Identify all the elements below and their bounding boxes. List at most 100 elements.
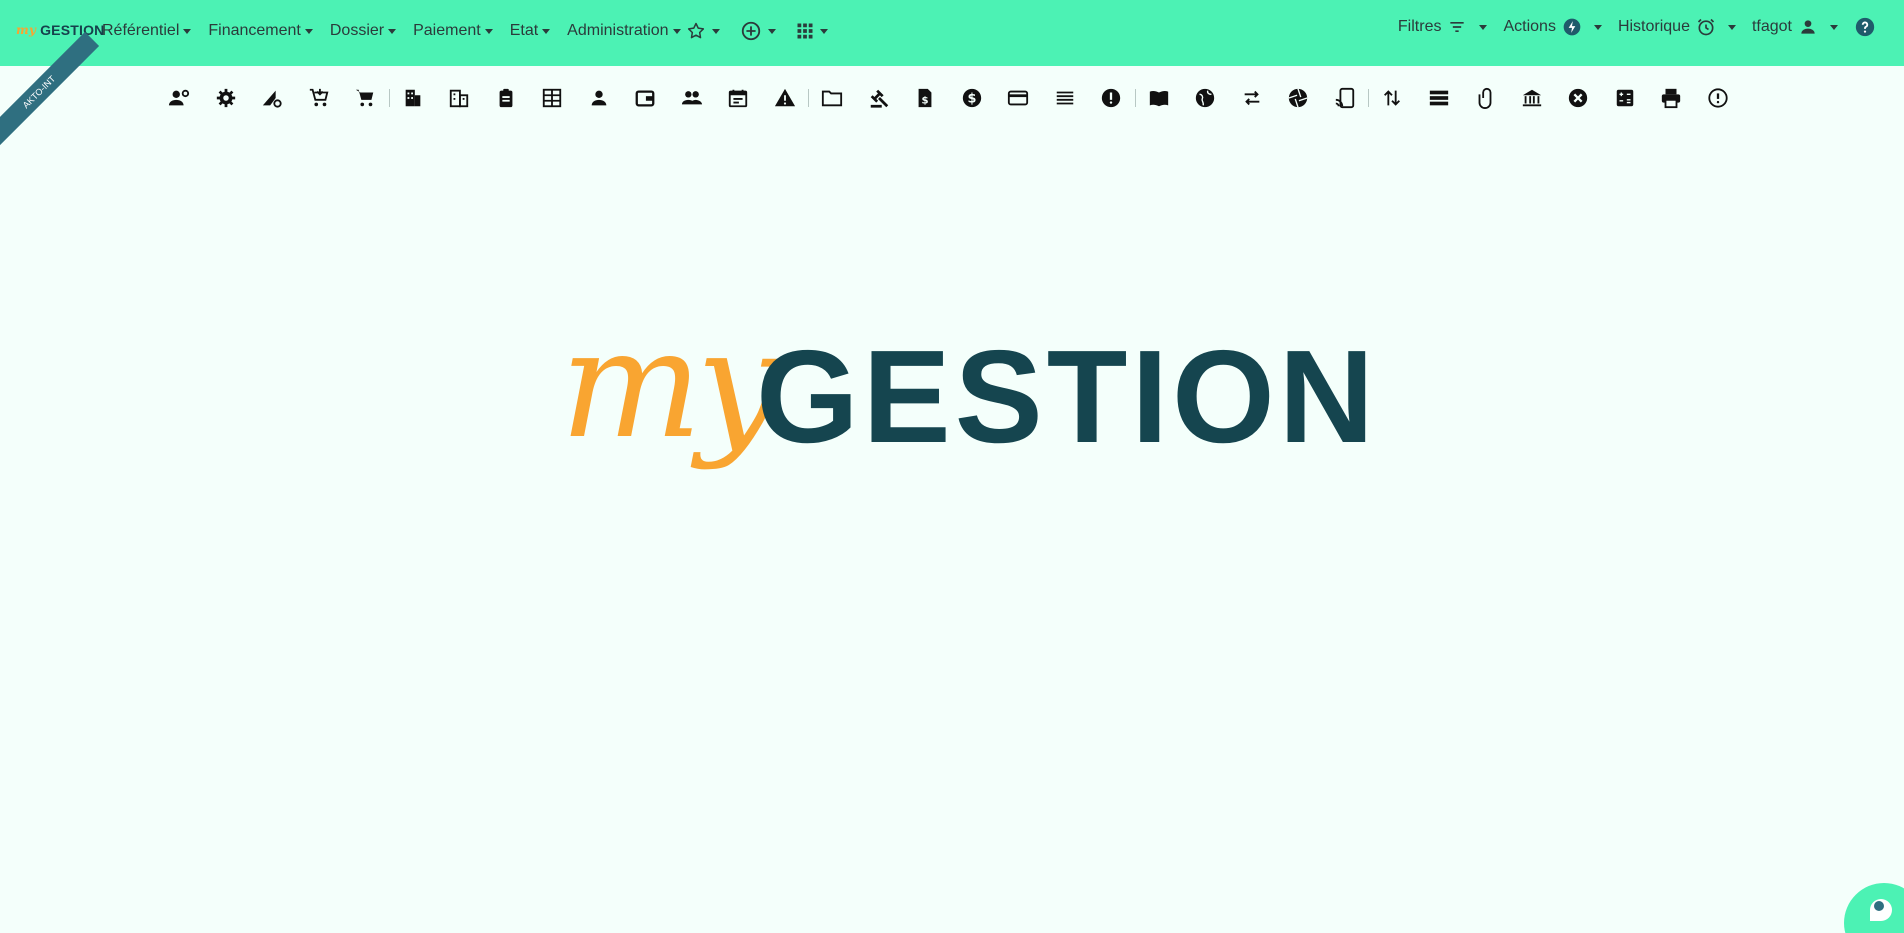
toolbar-button[interactable] [249, 84, 296, 112]
brand-logo[interactable]: my GESTION [16, 22, 105, 38]
user-icon [1801, 20, 1815, 34]
toolbar-button[interactable] [1416, 84, 1463, 112]
user-dropdown[interactable]: tfagot [1752, 17, 1838, 37]
toolbar-button[interactable] [1136, 84, 1183, 112]
menu-label: Administration [567, 22, 669, 39]
app-logo: my GESTION [560, 298, 1374, 480]
list-icon [1056, 91, 1073, 105]
toolbar-button[interactable] [1555, 84, 1602, 112]
caret-down-icon [388, 29, 397, 34]
office-building-icon [450, 89, 469, 108]
bolt-circle-icon [1563, 18, 1581, 36]
toolbar-button[interactable] [1322, 84, 1369, 112]
caret-down-icon [1479, 25, 1488, 30]
menu-paiement[interactable]: Paiement [413, 22, 493, 40]
favorites-dropdown[interactable] [686, 21, 720, 41]
chat-launcher-button[interactable] [1844, 883, 1904, 933]
calculator-icon [1616, 89, 1633, 107]
toolbar-button[interactable] [576, 84, 623, 112]
filters-dropdown[interactable]: Filtres [1398, 17, 1488, 37]
aperture-icon [1288, 88, 1308, 108]
building-icon [405, 89, 421, 107]
cart-arrow-icon [309, 88, 329, 107]
apps-dropdown[interactable] [796, 22, 828, 40]
toolbar-button[interactable] [1509, 84, 1556, 112]
menu-administration[interactable]: Administration [567, 22, 681, 40]
alarm-clock-icon [1697, 18, 1715, 36]
quick-toolbar: $ $ [156, 84, 1741, 112]
folder-icon [822, 90, 843, 107]
caret-down-icon [1727, 25, 1736, 30]
history-dropdown[interactable]: Historique [1618, 17, 1736, 37]
cancel-icon [1569, 88, 1588, 108]
person-icon [591, 90, 607, 106]
toolbar-button[interactable] [1602, 84, 1649, 112]
toolbar-button[interactable] [296, 84, 343, 112]
toolbar-button[interactable] [809, 84, 856, 112]
toolbar-button[interactable] [529, 84, 576, 112]
caret-down-icon [1830, 25, 1838, 30]
exclamation-icon [1102, 88, 1121, 108]
filters-label: Filtres [1397, 18, 1442, 35]
caret-down-icon [484, 29, 493, 34]
wallet-icon [635, 90, 655, 107]
menu-referentiel[interactable]: Référentiel [102, 22, 192, 40]
toolbar-button[interactable] [1088, 84, 1135, 112]
toolbar-button[interactable]: $ [902, 84, 949, 112]
toolbar-button[interactable] [156, 84, 203, 112]
top-navbar: my GESTION Référentiel Financement Dossi… [0, 0, 1904, 66]
storage-icon [1429, 90, 1448, 106]
star-icon [687, 22, 705, 39]
toolbar-button[interactable] [1462, 84, 1509, 112]
menu-financement[interactable]: Financement [208, 22, 313, 40]
swap-vertical-icon [1384, 90, 1401, 106]
toolbar-button[interactable] [1369, 84, 1416, 112]
actions-label: Actions [1503, 18, 1556, 35]
toolbar-button[interactable] [1275, 84, 1322, 112]
nav-icon-group [686, 20, 828, 42]
toolbar-button[interactable] [1042, 84, 1089, 112]
transfer-icon [1244, 90, 1260, 106]
logo-wordmark: GESTION [756, 323, 1379, 470]
menu-etat[interactable]: Etat [510, 22, 551, 40]
toolbar-button[interactable] [669, 84, 716, 112]
caret-down-icon [820, 29, 828, 34]
toolbar-button[interactable] [203, 84, 250, 112]
toolbar-button[interactable] [622, 84, 669, 112]
main-menu: Référentiel Financement Dossier Paiement… [102, 22, 681, 40]
caret-down-icon [768, 29, 776, 34]
user-settings-icon [169, 89, 190, 106]
signal-settings-icon [263, 90, 282, 108]
logo-script: my [560, 298, 781, 472]
toolbar-button[interactable] [1648, 84, 1695, 112]
toolbar-button[interactable] [762, 84, 809, 112]
toolbar-button[interactable] [856, 84, 903, 112]
invoice-icon: $ [918, 88, 932, 108]
clipboard-icon [499, 88, 513, 108]
toolbar-button[interactable] [483, 84, 530, 112]
caret-down-icon [672, 29, 681, 34]
alert-circle-icon [1708, 88, 1728, 108]
toolbar-button[interactable] [1182, 84, 1229, 112]
menu-label: Financement [208, 22, 301, 39]
dollar-icon: $ [962, 88, 981, 108]
toolbar-button[interactable]: $ [949, 84, 996, 112]
toolbar-button[interactable] [342, 84, 389, 112]
toolbar-button[interactable] [436, 84, 483, 112]
brand-name: GESTION [40, 22, 105, 38]
toolbar-button[interactable] [1229, 84, 1276, 112]
actions-dropdown[interactable]: Actions [1503, 17, 1602, 37]
toolbar-button[interactable] [715, 84, 762, 112]
menu-label: Paiement [413, 22, 481, 39]
brand-my: my [16, 23, 37, 37]
help-button[interactable] [1854, 16, 1876, 38]
caret-down-icon [542, 29, 551, 34]
history-label: Historique [1617, 18, 1690, 35]
globe-icon [1196, 88, 1215, 108]
menu-dossier[interactable]: Dossier [330, 22, 397, 40]
create-dropdown[interactable] [740, 20, 776, 42]
toolbar-button[interactable] [390, 84, 437, 112]
caret-down-icon [712, 29, 720, 34]
toolbar-button[interactable] [995, 84, 1042, 112]
toolbar-button[interactable] [1695, 84, 1742, 112]
